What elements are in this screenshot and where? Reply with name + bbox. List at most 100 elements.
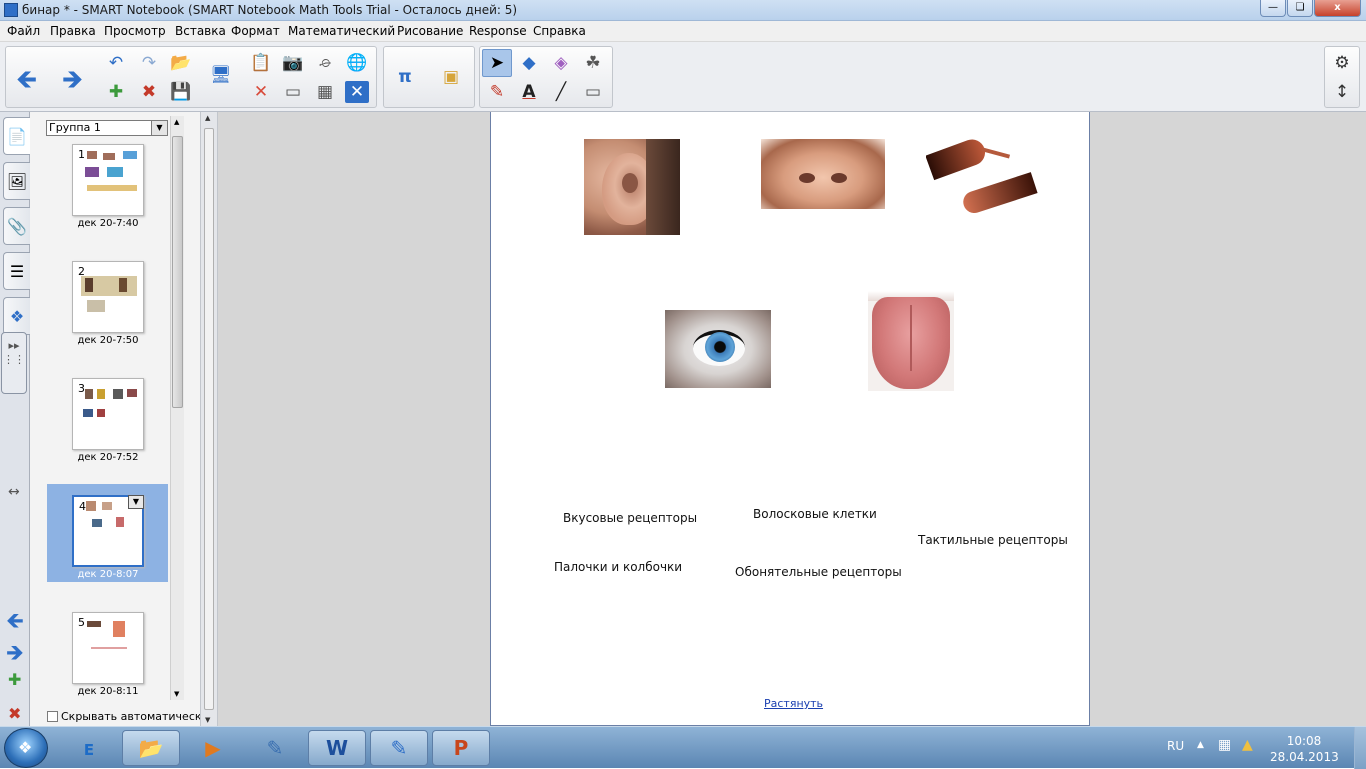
maximize-button[interactable]: ❏ (1287, 0, 1313, 17)
redo-button[interactable]: ↷ (134, 49, 164, 77)
menu-view[interactable]: Просмотр (104, 24, 166, 38)
taskbar-paint[interactable]: ✎ (246, 730, 304, 766)
tab-attachments[interactable]: 📎 (3, 207, 30, 245)
taskbar-explorer[interactable]: 📂 (122, 730, 180, 766)
select-tool-button[interactable]: ➤ (482, 49, 512, 77)
language-indicator[interactable]: RU (1167, 739, 1184, 753)
menu-file[interactable]: Файл (7, 24, 40, 38)
table-button[interactable]: ▦ (310, 78, 340, 106)
math-tools-button[interactable]: π (390, 63, 420, 91)
stretch-link[interactable]: Растянуть (764, 697, 823, 710)
line-tool-button[interactable]: ╱ (546, 78, 576, 106)
clock[interactable]: 10:08 28.04.2013 (1270, 733, 1339, 765)
menu-format[interactable]: Формат (231, 24, 280, 38)
move-toolbar-button[interactable]: ↕ (1327, 78, 1357, 106)
toolbar-group-settings: ⚙ ↕ (1324, 46, 1360, 108)
nose-photo[interactable] (761, 139, 885, 209)
show-hidden-icons-icon[interactable]: ▲ (1197, 740, 1204, 750)
sorter-delete-page-button[interactable]: ✖ (8, 704, 21, 723)
sorter-scrollbar[interactable]: ▲ ▼ (170, 116, 184, 700)
page-thumbnail-3[interactable]: 3 (72, 378, 144, 450)
tab-gallery[interactable]: 🖼 (3, 162, 30, 200)
text-tool-button[interactable]: A (514, 78, 544, 106)
label-olfactory-receptors[interactable]: Обонятельные рецепторы (735, 565, 902, 579)
tongue-photo[interactable] (868, 291, 954, 391)
sorter-next-page-button[interactable]: 🡺 (6, 636, 24, 674)
share-button[interactable]: 🌐 (342, 49, 372, 77)
undo-icon: ↶ (108, 52, 124, 73)
customize-button[interactable]: ⚙ (1327, 49, 1357, 77)
panel-splitter[interactable]: ▲ ▼ (200, 112, 218, 726)
paperclip-icon: 📎 (7, 216, 27, 236)
previous-page-button[interactable]: 🡸 (16, 61, 37, 105)
delete-page-button[interactable]: ✖ (134, 78, 164, 106)
sorter-scroll-thumb[interactable] (172, 136, 183, 408)
label-tactile-receptors[interactable]: Тактильные рецепторы (918, 533, 1068, 547)
minimize-button[interactable]: — (1260, 0, 1286, 17)
eraser-tool-button[interactable]: ◈ (546, 49, 576, 77)
taskbar-internet-explorer[interactable]: ᴇ (60, 730, 118, 766)
taskbar-smart-notebook[interactable]: ✎ (370, 730, 428, 766)
dock-side-switch-icon[interactable]: ↔ (8, 484, 20, 500)
menu-math[interactable]: Математический (288, 24, 395, 38)
network-icon[interactable]: ▦ (1218, 737, 1231, 753)
autohide-checkbox[interactable]: Скрывать автоматическ (47, 710, 202, 723)
tab-properties[interactable]: ☰ (3, 252, 30, 290)
chevron-down-icon: ▼ (151, 121, 167, 135)
page-menu-button[interactable]: ▼ (128, 495, 144, 509)
group-select[interactable]: Группа 1 ▼ (46, 120, 168, 136)
screenshot-button[interactable]: 📷 (278, 49, 308, 77)
signal-icon[interactable]: ▲ (1242, 737, 1253, 753)
redo-icon: ↷ (141, 52, 157, 73)
menu-help[interactable]: Справка (533, 24, 586, 38)
menu-draw[interactable]: Рисование (397, 24, 463, 38)
save-button[interactable]: 💾 (166, 78, 196, 106)
full-screen-button[interactable]: 🖥 (206, 61, 236, 89)
save-icon: 💾 (170, 81, 192, 102)
menu-insert[interactable]: Вставка (175, 24, 226, 38)
undo-button[interactable]: ↶ (101, 49, 131, 77)
delete-button[interactable]: ✕ (246, 78, 276, 106)
open-button[interactable]: 📂 (166, 49, 196, 77)
eye-photo[interactable] (665, 310, 771, 388)
document-camera-button[interactable]: ⌮ (310, 49, 340, 77)
label-taste-receptors[interactable]: Вкусовые рецепторы (563, 511, 697, 525)
close-tool-button[interactable]: ✕ (345, 81, 369, 103)
page-thumbnail-1[interactable]: 1 (72, 144, 144, 216)
taskbar-word[interactable]: W (308, 730, 366, 766)
tab-page-sorter[interactable]: 📄 (3, 117, 30, 155)
page-thumbnail-5[interactable]: 5 (72, 612, 144, 684)
cursor-icon: ➤ (489, 52, 505, 73)
page-thumbnail-2[interactable]: 2 (72, 261, 144, 333)
dock-collapse-handle[interactable]: ▸▸ ⋮⋮ (1, 332, 27, 394)
label-rods-cones[interactable]: Палочки и колбочки (554, 560, 682, 574)
hands-photo[interactable] (926, 137, 1042, 221)
sorter-add-page-button[interactable]: ✚ (8, 670, 21, 689)
add-page-button[interactable]: ✚ (101, 78, 131, 106)
pens-tool-button[interactable]: ✎ (482, 78, 512, 106)
toolbar: 🡸 🡺 ↶ ↷ 📂 ✚ ✖ 💾 🖥 📋 📷 ⌮ 🌐 ✕ ▭ ▦ ✕ π ▣ ➤ … (0, 42, 1366, 112)
menu-edit[interactable]: Правка (50, 24, 96, 38)
start-button[interactable]: ❖ (4, 728, 48, 768)
group-select-value: Группа 1 (49, 121, 101, 134)
magic-pen-button[interactable]: ▭ (578, 78, 608, 106)
ear-photo[interactable] (584, 139, 680, 235)
page-label-3: дек 20-7:52 (77, 452, 139, 463)
taskbar-powerpoint[interactable]: P (432, 730, 490, 766)
page-number: 3 (78, 382, 85, 395)
tab-addons[interactable]: ❖ (3, 297, 30, 335)
splitter-track[interactable] (204, 128, 214, 710)
response-button[interactable]: ▣ (436, 63, 466, 91)
page-thumbnail-4[interactable]: 4 ▼ (72, 495, 144, 567)
fill-tool-button[interactable]: ☘ (578, 49, 608, 77)
menu-response[interactable]: Response (469, 24, 527, 38)
taskbar-media-player[interactable]: ▶ (184, 730, 242, 766)
show-desktop-button[interactable] (1354, 727, 1366, 769)
label-hair-cells[interactable]: Волосковые клетки (753, 507, 877, 521)
shapes-tool-button[interactable]: ◆ (514, 49, 544, 77)
next-page-button[interactable]: 🡺 (62, 61, 83, 105)
close-button[interactable]: x (1314, 0, 1361, 17)
paste-button[interactable]: 📋 (246, 49, 276, 77)
screen-shade-button[interactable]: ▭ (278, 78, 308, 106)
notebook-page[interactable]: Вкусовые рецепторы Волосковые клетки Так… (490, 112, 1090, 726)
